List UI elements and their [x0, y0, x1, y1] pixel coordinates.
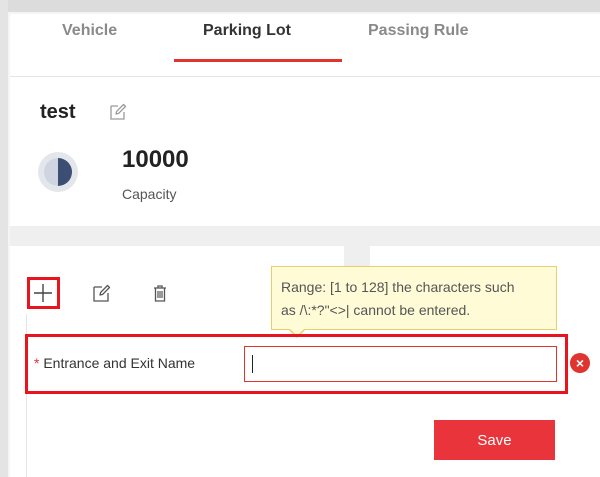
section-divider [10, 226, 600, 246]
validation-tooltip: Range: [1 to 128] the characters such as… [271, 266, 557, 330]
edit-icon[interactable] [88, 279, 116, 307]
entrance-exit-name-label: * Entrance and Exit Name [34, 355, 195, 371]
text-caret [252, 355, 253, 373]
field-label-text: Entrance and Exit Name [43, 355, 196, 371]
save-button[interactable]: Save [434, 420, 555, 460]
active-tab-indicator [174, 59, 342, 62]
trash-icon[interactable] [146, 279, 174, 307]
column-gap [344, 246, 370, 266]
tab-vehicle[interactable]: Vehicle [62, 22, 117, 40]
plus-icon[interactable] [29, 279, 57, 307]
frame-left [0, 0, 8, 477]
error-icon: × [570, 353, 590, 373]
frame-top [8, 0, 600, 12]
required-mark: * [34, 355, 40, 371]
capacity-label: Capacity [122, 186, 177, 202]
capacity-chart-icon [38, 152, 78, 192]
capacity-value: 10000 [122, 146, 189, 173]
tab-parking-lot[interactable]: Parking Lot [203, 22, 291, 40]
entrance-exit-name-input[interactable] [244, 346, 557, 382]
tooltip-line-1: Range: [1 to 128] the characters such [281, 279, 515, 295]
tabs-divider [10, 76, 600, 77]
edit-icon[interactable] [108, 102, 128, 122]
parking-lot-name: test [40, 101, 76, 123]
tab-passing-rule[interactable]: Passing Rule [368, 22, 468, 40]
tooltip-line-2: as /\:*?"<>| cannot be entered. [281, 302, 471, 318]
